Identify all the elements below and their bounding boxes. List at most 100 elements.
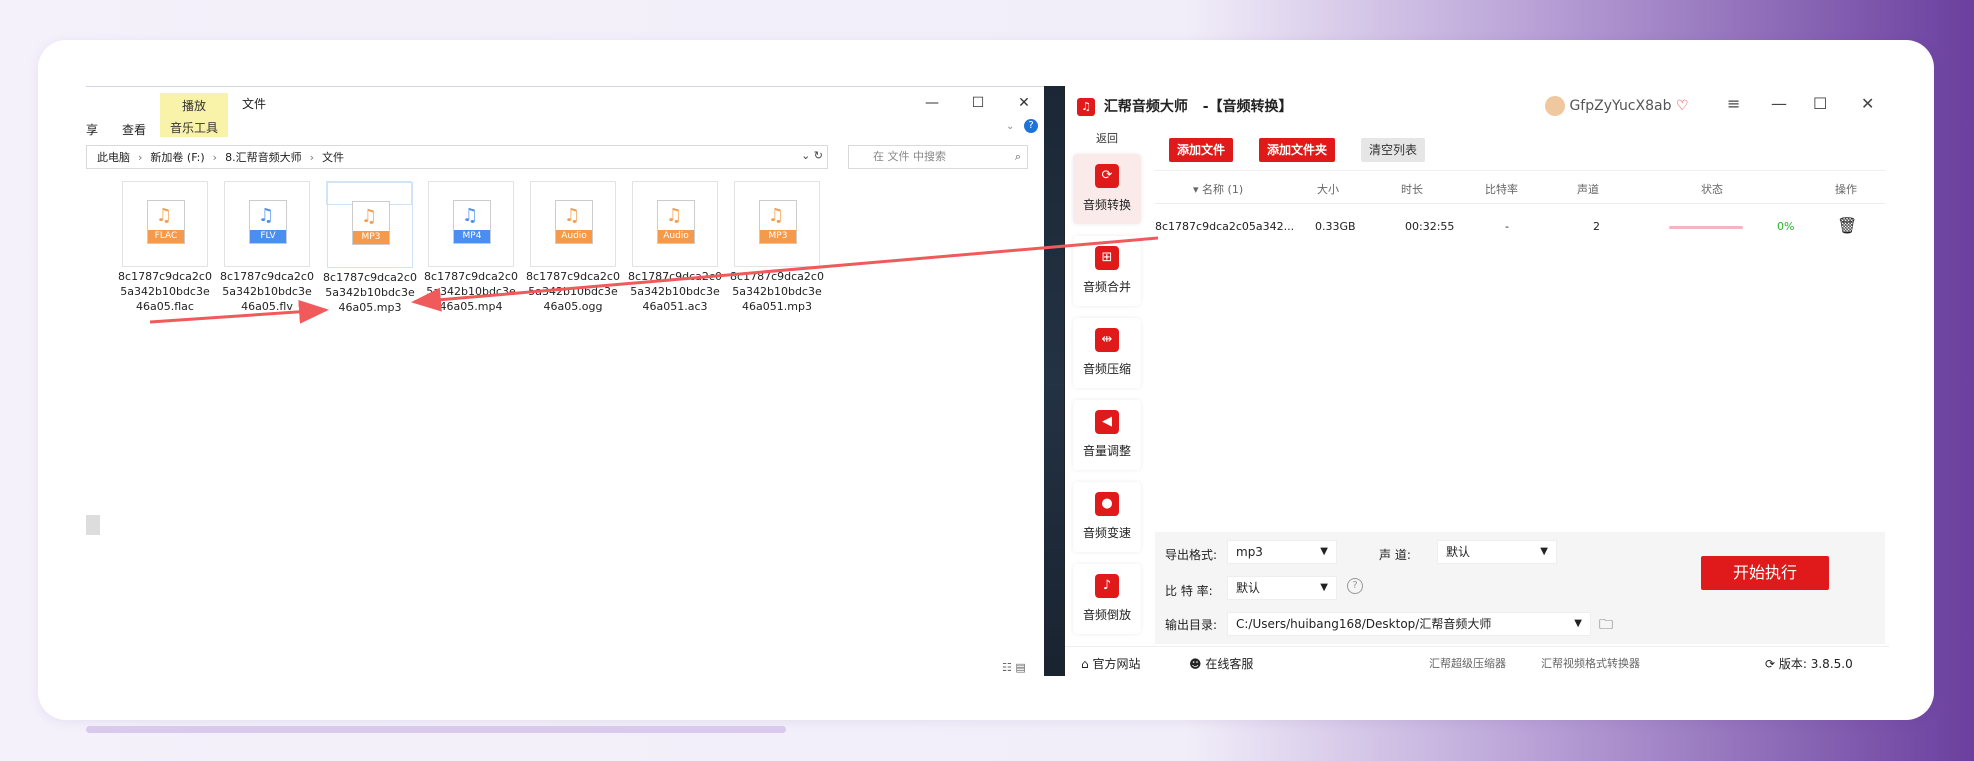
file-item[interactable]: ♫ MP4 8c1787c9dca2c05a342b10bdc3e46a05.mp4: [424, 181, 518, 323]
file-item[interactable]: ♫ FLV 8c1787c9dca2c05a342b10bdc3e46a05.flv: [220, 181, 314, 323]
file-icon: ♫ Audio: [555, 200, 593, 244]
file-name: 8c1787c9dca2c05a342b10bdc3e46a05.ogg: [526, 270, 620, 313]
file-thumbnail: ♫ MP4: [428, 181, 514, 267]
file-name: 8c1787c9dca2c05a342b10bdc3e46a051.mp3: [730, 270, 824, 313]
file-name: 8c1787c9dca2c05a342b10bdc3e46a05.mp3: [323, 271, 417, 314]
volume-icon: ◀: [1095, 410, 1119, 434]
close-button[interactable]: ✕: [1004, 91, 1044, 115]
output-dir-label: 输出目录:: [1165, 618, 1218, 632]
online-service-link[interactable]: ☻ 在线客服: [1189, 655, 1253, 672]
file-thumbnail: ♫ FLV: [224, 181, 310, 267]
channel-label: 声 道:: [1379, 548, 1411, 562]
app-name: 汇帮音频大师: [1103, 99, 1188, 115]
file-name: 8c1787c9dca2c05a342b10bdc3e46a05.flv: [220, 270, 314, 313]
search-input[interactable]: 在 文件 中搜索 ⌕: [848, 145, 1028, 169]
ribbon-tab-view[interactable]: 查看: [122, 121, 146, 138]
minimize-button[interactable]: —: [912, 91, 952, 115]
breadcrumb-item[interactable]: 文件: [322, 149, 344, 165]
bitrate-select[interactable]: 默认 ▼: [1227, 576, 1337, 600]
desktop-background-strip: [1044, 86, 1064, 676]
footer-link-compressor[interactable]: 汇帮超级压缩器: [1429, 655, 1506, 671]
col-status: 状态: [1701, 183, 1723, 196]
app-logo-icon: ♫: [1077, 98, 1095, 116]
breadcrumb-item[interactable]: 此电脑: [97, 149, 130, 165]
chevron-down-icon: ▼: [1540, 546, 1548, 557]
file-icon: ♫ FLV: [249, 200, 287, 244]
file-grid: ♫ FLAC 8c1787c9dca2c05a342b10bdc3e46a05.fl…: [118, 181, 842, 323]
folder-open-icon[interactable]: 🗀: [1599, 614, 1613, 638]
vip-heart-icon[interactable]: ♡: [1676, 98, 1689, 114]
row-bitrate: -: [1505, 220, 1509, 233]
bitrate-help-icon[interactable]: ?: [1347, 578, 1363, 594]
sidebar: 返回 ⟳ 音频转换 ⊞ 音频合并 ⇹ 音频压缩 ◀ 音量调整 ● 音频变速 ♪ 音频倒放: [1073, 130, 1141, 650]
col-channels: 声道: [1577, 183, 1599, 196]
nav-volume-adjust[interactable]: ◀ 音量调整: [1073, 400, 1141, 470]
clear-list-button[interactable]: 清空列表: [1361, 138, 1426, 162]
ribbon-tab-share[interactable]: 享: [86, 121, 98, 138]
app-title: ♫ 汇帮音频大师 -【音频转换】: [1077, 96, 1293, 116]
progress-bar: [1669, 226, 1743, 229]
breadcrumb-item[interactable]: 新加卷 (F:): [150, 149, 204, 165]
username: GfpZyYucX8ab: [1569, 98, 1672, 114]
table-row[interactable]: 8c1787c9dca2c05a342... 0.33GB 00:32:55 -…: [1155, 214, 1885, 242]
nav-audio-compress[interactable]: ⇹ 音频压缩: [1073, 318, 1141, 388]
add-folder-button[interactable]: 添加文件夹: [1259, 138, 1336, 162]
delete-icon[interactable]: 🗑: [1837, 216, 1857, 235]
col-bitrate: 比特率: [1485, 183, 1518, 196]
file-item[interactable]: ♫ FLAC 8c1787c9dca2c05a342b10bdc3e46a05.fl…: [118, 181, 212, 323]
ribbon-tab-file[interactable]: 文件: [242, 95, 266, 112]
maximize-button[interactable]: ☐: [1813, 94, 1827, 113]
minimize-button[interactable]: —: [1771, 94, 1787, 113]
channel-select[interactable]: 默认 ▼: [1437, 540, 1557, 564]
menu-icon[interactable]: ≡: [1727, 94, 1740, 113]
col-size: 大小: [1317, 183, 1339, 196]
ribbon: 享 查看 播放 音乐工具 文件 — ☐ ✕ ⌄ ?: [86, 87, 1044, 139]
horizontal-scrollbar[interactable]: [86, 726, 786, 733]
format-select[interactable]: mp3 ▼: [1227, 540, 1337, 564]
ribbon-tab-music-tools[interactable]: 音乐工具: [160, 119, 228, 136]
close-button[interactable]: ✕: [1861, 94, 1874, 113]
app-titlebar: ♫ 汇帮音频大师 -【音频转换】 GfpZyYucX8ab ♡ ≡ — ☐ ✕: [1065, 86, 1889, 124]
avatar[interactable]: [1545, 96, 1565, 116]
user-account[interactable]: GfpZyYucX8ab ♡: [1545, 96, 1689, 116]
output-dir-select[interactable]: C:/Users/huibang168/Desktop/汇帮音频大师 ▼: [1227, 612, 1591, 636]
chevron-down-icon: ▼: [1320, 546, 1328, 557]
maximize-button[interactable]: ☐: [958, 91, 998, 115]
file-item[interactable]: ♫ Audio 8c1787c9dca2c05a342b10bdc3e46a05.o…: [526, 181, 620, 323]
footer-link-video-converter[interactable]: 汇帮视频格式转换器: [1541, 655, 1640, 671]
nav-audio-convert[interactable]: ⟳ 音频转换: [1073, 154, 1141, 224]
file-icon: ♫ FLAC: [147, 200, 185, 244]
mic-icon: ●: [1095, 492, 1119, 516]
nav-audio-speed[interactable]: ● 音频变速: [1073, 482, 1141, 552]
file-item[interactable]: ♫ MP3 8c1787c9dca2c05a342b10bdc3e46a05.mp3: [323, 181, 417, 314]
search-icon[interactable]: ⌕: [1015, 146, 1021, 168]
file-item[interactable]: ♫ MP3 8c1787c9dca2c05a342b10bdc3e46a051.mp…: [730, 181, 824, 323]
file-item[interactable]: ♫ Audio 8c1787c9dca2c05a342b10bdc3e46a051.…: [628, 181, 722, 323]
address-dropdown-icon[interactable]: ⌄ ↻: [801, 149, 823, 162]
app-module-title: -【音频转换】: [1202, 99, 1293, 115]
row-duration: 00:32:55: [1405, 220, 1455, 233]
search-placeholder: 在 文件 中搜索: [873, 150, 946, 163]
breadcrumb-item[interactable]: 8.汇帮音频大师: [225, 149, 302, 165]
add-file-button[interactable]: 添加文件: [1169, 138, 1234, 162]
nav-audio-merge[interactable]: ⊞ 音频合并: [1073, 236, 1141, 306]
footer: ⌂ 官方网站 ☻ 在线客服 汇帮超级压缩器 汇帮视频格式转换器 ⟳ 版本: 3.…: [1065, 646, 1889, 676]
start-button[interactable]: 开始执行: [1701, 556, 1829, 590]
nav-audio-reverse[interactable]: ♪ 音频倒放: [1073, 564, 1141, 634]
col-name[interactable]: ▾ 名称 (1): [1193, 181, 1243, 197]
ribbon-context-play[interactable]: 播放 音乐工具: [160, 93, 228, 137]
file-name: 8c1787c9dca2c05a342b10bdc3e46a05.flac: [118, 270, 212, 313]
back-button[interactable]: 返回: [1073, 130, 1141, 146]
help-icon[interactable]: ?: [1024, 119, 1038, 133]
pane-handle[interactable]: [86, 515, 100, 535]
merge-icon: ⊞: [1095, 246, 1119, 270]
ribbon-tab-play[interactable]: 播放: [160, 97, 228, 114]
view-toggle-icon[interactable]: ☷ ▤: [1002, 661, 1026, 674]
note-icon: ♪: [1095, 574, 1119, 598]
official-site-link[interactable]: ⌂ 官方网站: [1081, 655, 1140, 672]
file-icon: ♫ MP3: [352, 201, 390, 245]
row-channels: 2: [1593, 220, 1600, 233]
breadcrumb[interactable]: 此电脑 › 新加卷 (F:) › 8.汇帮音频大师 › 文件 ⌄ ↻: [86, 145, 828, 169]
file-explorer-window: 享 查看 播放 音乐工具 文件 — ☐ ✕ ⌄ ? 此电脑 › 新加卷 (F:) ›…: [86, 86, 1044, 676]
ribbon-expand-icon[interactable]: ⌄: [1006, 121, 1014, 132]
